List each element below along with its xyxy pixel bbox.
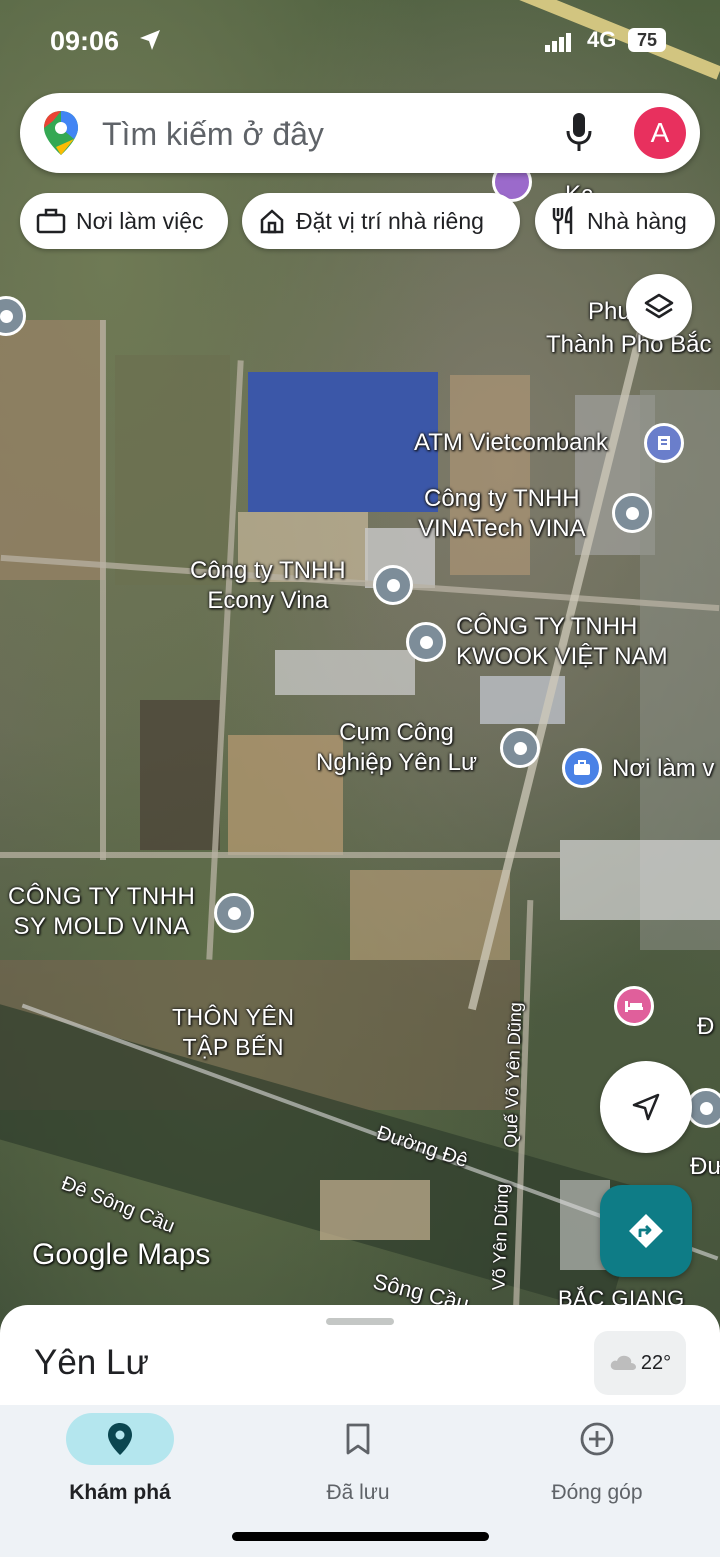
layers-icon [644, 293, 674, 319]
network-type: 4G [587, 27, 617, 52]
map-label-thon-yen-tap-ben: THÔN YÊN TẬP BẾN [172, 1004, 295, 1060]
home-indicator[interactable] [232, 1532, 489, 1541]
kwook-pin[interactable] [406, 622, 446, 662]
map-label-vinatech: Công ty TNHH VINATech VINA [418, 485, 586, 542]
google-maps-logo-icon [44, 111, 78, 160]
road [100, 320, 106, 860]
map-label-workplace: Nơi làm v [612, 755, 715, 782]
factory-block [560, 840, 720, 920]
tab-explore-pill [66, 1413, 174, 1465]
bed-icon [625, 1001, 643, 1012]
tab-label: Đóng góp [551, 1481, 643, 1504]
vinatech-pin[interactable] [612, 493, 652, 533]
chip-label: Nhà hàng [587, 207, 687, 234]
tab-contribute-pill [543, 1413, 651, 1465]
briefcase-icon [574, 760, 590, 775]
map-label-symold: CÔNG TY TNHH SY MOLD VINA [8, 883, 196, 940]
weather-badge[interactable]: 22° [594, 1331, 686, 1395]
factory-block [275, 650, 415, 695]
factory-roof [248, 372, 438, 512]
place-name: Yên Lư [34, 1343, 149, 1382]
bookmark-icon [346, 1423, 370, 1455]
map-label-kwook: CÔNG TY TNHH KWOOK VIỆT NAM [456, 613, 668, 670]
tab-label: Khám phá [69, 1481, 171, 1504]
field-block [0, 320, 105, 580]
chip-home[interactable]: Đặt vị trí nhà riêng [242, 193, 520, 249]
home-icon [258, 207, 286, 235]
road [0, 852, 560, 858]
chip-restaurant[interactable]: Nhà hàng [535, 193, 715, 249]
bank-icon [658, 436, 670, 450]
location-arrow-icon [138, 28, 162, 57]
field-block [115, 355, 230, 585]
cloud-icon [610, 1355, 636, 1370]
microphone-icon[interactable] [565, 111, 593, 160]
workplace-pin[interactable] [562, 748, 602, 788]
search-bar[interactable]: A [20, 93, 700, 173]
symold-pin[interactable] [214, 893, 254, 933]
briefcase-icon [36, 208, 66, 234]
tab-label: Đã lưu [326, 1481, 390, 1504]
explore-pin-icon [108, 1423, 132, 1455]
google-maps-attribution: Google Maps [32, 1238, 211, 1271]
directions-button[interactable] [600, 1185, 692, 1277]
field-block [320, 1180, 430, 1240]
map-label-vo-yen-dung: Võ Yên Dũng [488, 1183, 513, 1291]
search-input[interactable] [100, 105, 544, 163]
status-bar: 09:06 4G 75 [0, 22, 720, 62]
tab-saved[interactable]: Đã lưu [258, 1413, 458, 1505]
map-label-atm: ATM Vietcombank [414, 429, 608, 456]
restaurant-icon [551, 206, 577, 236]
my-location-button[interactable] [600, 1061, 692, 1153]
chip-label: Đặt vị trí nhà riêng [296, 207, 484, 234]
battery-icon: 75 [628, 28, 666, 52]
econy-pin[interactable] [373, 565, 413, 605]
field-block [450, 375, 530, 575]
weather-temp: 22° [640, 1351, 672, 1374]
map-label-que-vo-yen-dung: Quế Võ Yên Dũng [500, 1001, 526, 1149]
tab-explore[interactable]: Khám phá [20, 1413, 220, 1505]
avatar[interactable]: A [634, 107, 686, 159]
layers-button[interactable] [626, 274, 692, 340]
sheet-drag-handle[interactable] [326, 1318, 394, 1325]
status-time: 09:06 [50, 26, 120, 56]
map-label: Thành Phố Bắc [546, 331, 712, 358]
chip-label: Nơi làm việc [76, 207, 204, 234]
map-label-econy: Công ty TNHH Econy Vina [190, 557, 346, 614]
add-circle-icon [580, 1422, 614, 1456]
field-block [140, 700, 220, 850]
cum-cong-nghiep-pin[interactable] [500, 728, 540, 768]
map-label-cum-cong-nghiep: Cụm Công Nghiệp Yên Lư [316, 719, 478, 776]
hotel-pin[interactable] [614, 986, 654, 1026]
signal-icon [545, 32, 573, 57]
navigation-arrow-icon [632, 1093, 660, 1121]
chip-work[interactable]: Nơi làm việc [20, 193, 228, 249]
map-label: Đư [690, 1153, 720, 1180]
map-label: Đ [697, 1013, 715, 1040]
tab-contribute[interactable]: Đóng góp [497, 1413, 697, 1505]
tab-saved-pill [304, 1413, 412, 1465]
directions-icon [629, 1214, 663, 1248]
atm-pin[interactable] [644, 423, 684, 463]
